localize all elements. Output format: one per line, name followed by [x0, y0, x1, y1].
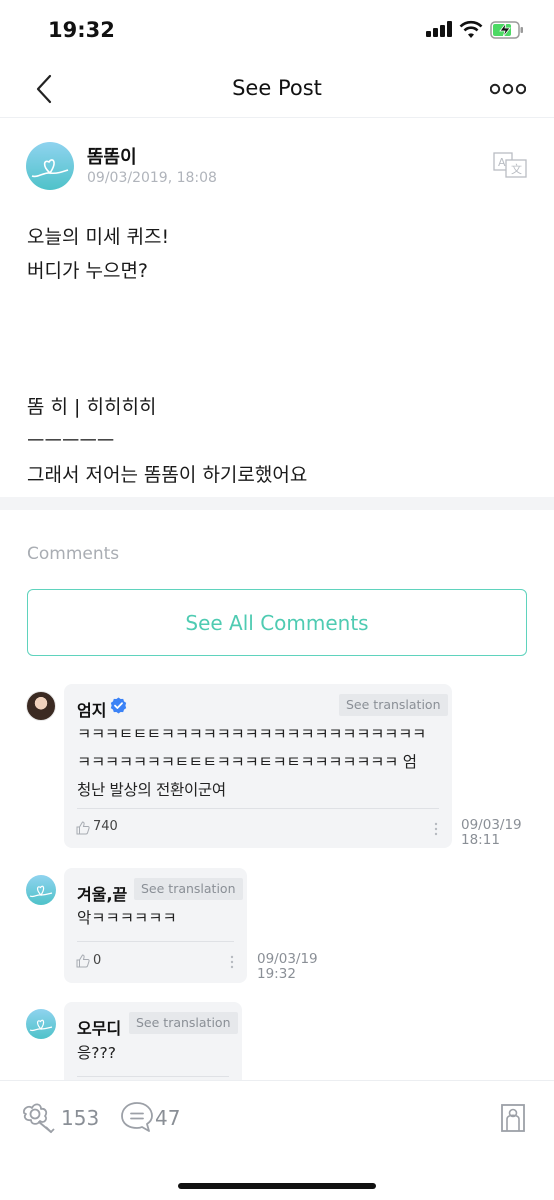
- home-indicator: [178, 1183, 376, 1189]
- comment-timestamp: 09/03/19 18:11: [461, 818, 522, 848]
- see-translation-button[interactable]: See translation: [134, 878, 243, 900]
- comment-divider: [77, 808, 439, 809]
- commenter-avatar[interactable]: [26, 691, 56, 721]
- thumbs-up-icon[interactable]: [76, 821, 90, 835]
- post-line: 똠 히 | 히히히히: [27, 396, 157, 418]
- wifi-icon: [459, 20, 483, 38]
- svg-text:文: 文: [511, 162, 522, 176]
- commenter-avatar[interactable]: [26, 875, 56, 905]
- bookmark-icon[interactable]: [500, 1103, 526, 1133]
- like-reaction-icon[interactable]: [21, 1099, 59, 1135]
- post-line: 오늘의 미세 퀴즈!: [27, 226, 170, 248]
- like-count: 0: [93, 953, 102, 968]
- post-line: ㅡㅡㅡㅡㅡ: [27, 430, 115, 452]
- post-line: [27, 322, 527, 356]
- post-line: [27, 356, 527, 390]
- section-divider: [0, 497, 554, 510]
- comment-more-icon[interactable]: [230, 955, 234, 969]
- comment-timestamp: 09/03/19 19:32: [257, 952, 318, 982]
- post: 똠똠이 09/03/2019, 18:08 A 文 오늘의 미세 퀴즈! 버디가…: [0, 119, 554, 497]
- post-date: 09/03/2019, 18:08: [87, 170, 217, 186]
- cellular-signal-icon: [426, 21, 454, 37]
- author-name[interactable]: 똠똠이: [87, 143, 137, 169]
- commenter-name[interactable]: 겨울,끝: [77, 881, 127, 905]
- comment-date: 09/03/19: [257, 951, 318, 967]
- heart-logo-icon: [31, 159, 69, 178]
- post-body: 오늘의 미세 퀴즈! 버디가 누으면? 똠 히 | 히히히히 ㅡㅡㅡㅡㅡ 그래서…: [27, 220, 527, 492]
- top-navigation: See Post: [0, 60, 554, 118]
- commenter-name[interactable]: 엄지: [77, 697, 106, 721]
- comment-line: ㅋㅋㅋㅌㅌㅌㅋㅋㅋㅋㅋㅋㅋㅋㅋㅋㅋㅋㅋㅋㅋㅋㅋㅋㅋ: [77, 725, 427, 743]
- comment-bubble: 오무디 See translation 응???: [64, 1002, 242, 1080]
- see-translation-button[interactable]: See translation: [339, 694, 448, 716]
- comment-line: 악ㅋㅋㅋㅋㅋㅋ: [77, 909, 177, 927]
- post-line: 버디가 누으면?: [27, 260, 149, 282]
- comment-divider: [77, 1076, 229, 1077]
- comment-line: 청난 발상의 전환이군여: [77, 781, 226, 799]
- see-all-comments-button[interactable]: See All Comments: [27, 589, 527, 656]
- like-count-total: 153: [61, 1106, 100, 1130]
- post-line: 그래서 저어는 똠똠이 하기로했어요: [27, 464, 308, 486]
- battery-charging-icon: [490, 21, 523, 39]
- comment-bubble: 겨울,끝 See translation 악ㅋㅋㅋㅋㅋㅋ 0: [64, 868, 247, 983]
- heart-logo-icon: [29, 1019, 53, 1032]
- commenter-name[interactable]: 오무디: [77, 1015, 121, 1039]
- like-count: 740: [93, 819, 118, 834]
- comment-item: 오무디 See translation 응???: [0, 1002, 554, 1080]
- comment-more-icon[interactable]: [434, 822, 438, 836]
- thumbs-up-icon[interactable]: [76, 954, 90, 968]
- comment-clock: 19:32: [257, 966, 296, 982]
- page-title: See Post: [232, 76, 322, 100]
- bottom-action-bar: 153 47: [0, 1080, 554, 1200]
- comment-divider: [77, 941, 234, 942]
- comment-line: ㅋㅋㅋㅋㅋㅋㅋㅌㅌㅌㅋㅋㅋㅌㅋㅌㅋㅋㅋㅋㅋㅋㅋ 엄: [77, 753, 417, 771]
- comment-item: 엄지 See translation ㅋㅋㅋㅌㅌㅌㅋㅋㅋㅋㅋㅋㅋㅋㅋㅋㅋㅋㅋㅋㅋ…: [0, 684, 554, 854]
- comments-heading: Comments: [27, 544, 120, 564]
- comment-line: 응???: [77, 1044, 116, 1062]
- status-time: 19:32: [48, 18, 115, 42]
- more-options-icon[interactable]: [490, 82, 526, 96]
- comment-bubble-icon[interactable]: [120, 1101, 154, 1133]
- comment-text: ㅋㅋㅋㅌㅌㅌㅋㅋㅋㅋㅋㅋㅋㅋㅋㅋㅋㅋㅋㅋㅋㅋㅋㅋㅋ ㅋㅋㅋㅋㅋㅋㅋㅌㅌㅌㅋㅋㅋㅌ…: [77, 720, 426, 804]
- verified-badge-icon: [110, 697, 127, 714]
- svg-text:A: A: [498, 156, 506, 169]
- commenter-avatar[interactable]: [26, 1009, 56, 1039]
- comment-date: 09/03/19: [461, 817, 522, 833]
- see-translation-button[interactable]: See translation: [129, 1012, 238, 1034]
- heart-logo-icon: [29, 885, 53, 898]
- comment-text: 응???: [77, 1039, 116, 1067]
- comment-item: 겨울,끝 See translation 악ㅋㅋㅋㅋㅋㅋ 0 09/03/19 …: [0, 868, 554, 988]
- comment-clock: 18:11: [461, 832, 500, 848]
- author-avatar[interactable]: [26, 142, 74, 190]
- post-line: [27, 288, 527, 322]
- comment-bubble: 엄지 See translation ㅋㅋㅋㅌㅌㅌㅋㅋㅋㅋㅋㅋㅋㅋㅋㅋㅋㅋㅋㅋㅋ…: [64, 684, 452, 848]
- translate-icon[interactable]: A 文: [493, 152, 527, 178]
- status-bar: 19:32: [0, 0, 554, 60]
- comment-count-total: 47: [155, 1106, 181, 1130]
- comment-text: 악ㅋㅋㅋㅋㅋㅋ: [77, 904, 177, 932]
